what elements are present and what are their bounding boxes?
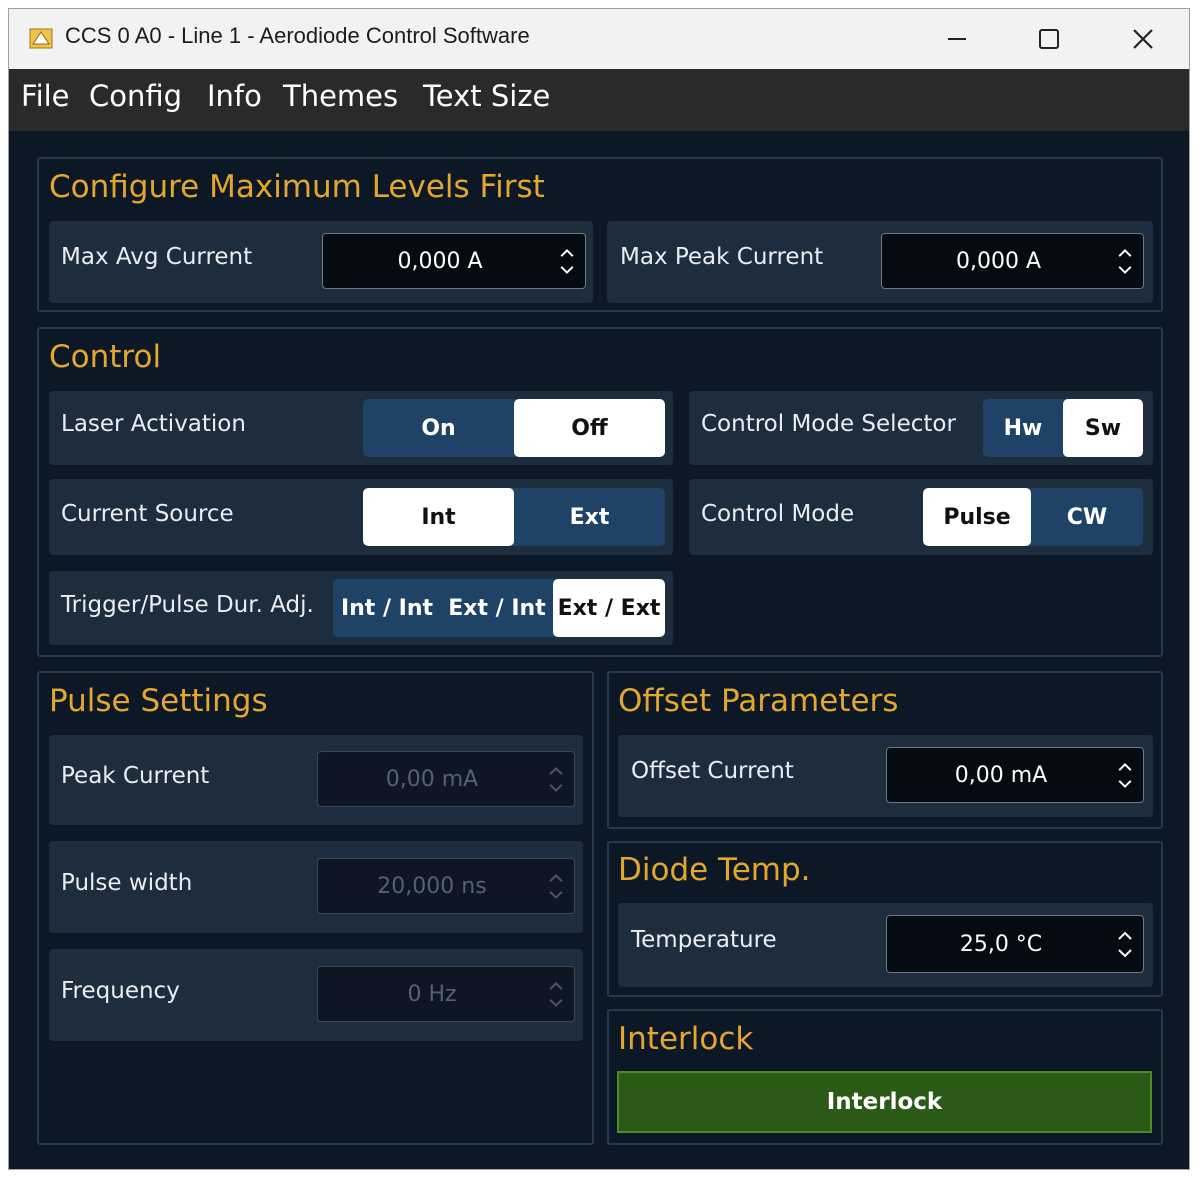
laser-activation-toggle: On Off (363, 399, 665, 457)
control-mode-selector-toggle: Hw Sw (983, 399, 1143, 457)
frequency-spinbox[interactable]: 0 Hz (317, 966, 575, 1022)
maximize-icon (1039, 29, 1059, 49)
spin-arrows-icon[interactable] (542, 967, 570, 1021)
sw-button[interactable]: Sw (1063, 399, 1143, 457)
control-mode-toggle: Pulse CW (923, 488, 1143, 546)
max-peak-current-value: 0,000 A (955, 248, 1042, 274)
offset-current-value: 0,00 mA (954, 762, 1048, 788)
max-avg-current-spinbox[interactable]: 0,000 A (322, 233, 586, 289)
close-icon (1133, 29, 1153, 49)
menu-bar: File Config Info Themes Text Size (9, 69, 1189, 131)
app-window: CCS 0 A0 - Line 1 - Aerodiode Control So… (8, 8, 1190, 1170)
interlock-button[interactable]: Interlock (617, 1071, 1152, 1133)
pulse-width-label: Pulse width (61, 870, 193, 896)
trigger-int-int-button[interactable]: Int / Int (333, 579, 441, 637)
source-int-button[interactable]: Int (363, 488, 514, 546)
offset-parameters-title: Offset Parameters (618, 683, 899, 719)
pulse-mode-button[interactable]: Pulse (923, 488, 1031, 546)
offset-current-spinbox[interactable]: 0,00 mA (886, 747, 1144, 803)
max-avg-current-label: Max Avg Current (61, 244, 253, 270)
max-avg-current-value: 0,000 A (397, 248, 483, 274)
hw-button[interactable]: Hw (983, 399, 1063, 457)
menu-config[interactable]: Config (89, 79, 182, 113)
spin-arrows-icon[interactable] (1111, 234, 1139, 288)
laser-off-button[interactable]: Off (514, 399, 665, 457)
cw-mode-button[interactable]: CW (1031, 488, 1143, 546)
control-mode-label: Control Mode (701, 501, 855, 527)
close-button[interactable] (1113, 17, 1173, 61)
trigger-ext-ext-button[interactable]: Ext / Ext (553, 579, 665, 637)
peak-current-spinbox[interactable]: 0,00 mA (317, 751, 575, 807)
pulse-width-value: 20,000 ns (377, 873, 487, 899)
menu-info[interactable]: Info (207, 79, 262, 113)
window-title: CCS 0 A0 - Line 1 - Aerodiode Control So… (65, 23, 530, 48)
source-ext-button[interactable]: Ext (514, 488, 665, 546)
temperature-value: 25,0 °C (959, 931, 1043, 957)
spin-arrows-icon[interactable] (1111, 916, 1139, 972)
spin-arrows-icon[interactable] (553, 234, 581, 288)
pulse-width-spinbox[interactable]: 20,000 ns (317, 858, 575, 914)
laser-activation-label: Laser Activation (61, 411, 246, 437)
frequency-label: Frequency (61, 978, 180, 1004)
app-logo-icon (29, 28, 53, 49)
minimize-icon (948, 38, 966, 40)
temperature-label: Temperature (631, 927, 777, 953)
max-peak-current-label: Max Peak Current (620, 244, 824, 270)
max-peak-current-spinbox[interactable]: 0,000 A (881, 233, 1144, 289)
max-levels-title: Configure Maximum Levels First (49, 169, 545, 205)
trigger-pulse-toggle: Int / Int Ext / Int Ext / Ext (333, 579, 665, 637)
minimize-button[interactable] (927, 17, 987, 61)
current-source-toggle: Int Ext (363, 488, 665, 546)
frequency-value: 0 Hz (407, 981, 457, 1007)
interlock-title: Interlock (618, 1021, 754, 1057)
diode-temp-title: Diode Temp. (618, 852, 811, 888)
title-bar[interactable]: CCS 0 A0 - Line 1 - Aerodiode Control So… (9, 9, 1189, 69)
menu-text-size[interactable]: Text Size (423, 79, 550, 113)
trigger-ext-int-button[interactable]: Ext / Int (443, 579, 551, 637)
spin-arrows-icon[interactable] (1111, 748, 1139, 802)
current-source-label: Current Source (61, 501, 234, 527)
control-mode-selector-label: Control Mode Selector (701, 411, 956, 437)
offset-current-label: Offset Current (631, 758, 794, 784)
maximize-button[interactable] (1019, 17, 1079, 61)
peak-current-label: Peak Current (61, 763, 210, 789)
temperature-spinbox[interactable]: 25,0 °C (886, 915, 1144, 973)
spin-arrows-icon[interactable] (542, 859, 570, 913)
menu-file[interactable]: File (21, 79, 70, 113)
control-title: Control (49, 339, 162, 375)
spin-arrows-icon[interactable] (542, 752, 570, 806)
laser-on-button[interactable]: On (363, 399, 514, 457)
peak-current-value: 0,00 mA (385, 766, 479, 792)
menu-themes[interactable]: Themes (283, 79, 398, 113)
pulse-settings-title: Pulse Settings (49, 683, 268, 719)
trigger-pulse-label: Trigger/Pulse Dur. Adj. (61, 592, 314, 618)
